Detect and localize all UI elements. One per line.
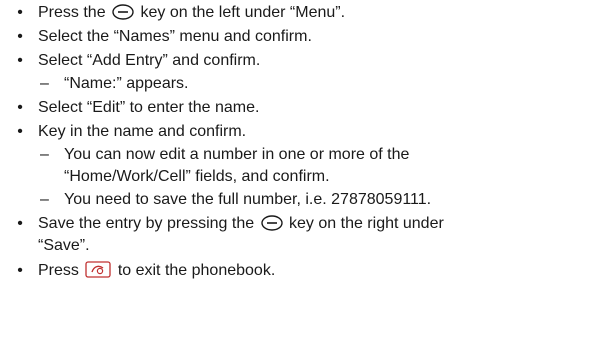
bullet: • — [17, 4, 23, 21]
step-text: Select “Add Entry” and confirm. — [38, 52, 261, 69]
step-key-in-name: • Key in the name and confirm. – You can… — [14, 122, 611, 210]
step-save-entry: • Save the entry by pressing the key on … — [14, 214, 611, 256]
bullet: • — [17, 28, 23, 45]
steps-list: • Press the key on the left under “Menu”… — [14, 3, 611, 281]
sub-item-edit-number-cont: “Home/Work/Cell” fields, and confirm. — [14, 167, 611, 187]
sub-list: – “Name:” appears. — [14, 74, 611, 94]
bullet: • — [17, 123, 23, 140]
sub-list: – You can now edit a number in one or mo… — [14, 145, 611, 210]
step-text-post: key on the left under “Menu”. — [140, 4, 346, 21]
bullet: • — [17, 262, 23, 279]
end-call-key-icon — [85, 261, 112, 278]
step-press-menu-key: • Press the key on the left under “Menu”… — [14, 3, 611, 23]
bullet: • — [17, 215, 23, 232]
dash: – — [40, 146, 49, 163]
step-text-post: to exit the phonebook. — [117, 262, 276, 279]
step-exit-phonebook: • Press to exit the phonebook. — [14, 261, 611, 281]
step-text: Key in the name and confirm. — [38, 123, 247, 140]
soft-key-icon — [260, 215, 283, 231]
sub-item-save-full-number: – You need to save the full number, i.e.… — [14, 190, 611, 210]
sub-text: “Name:” appears. — [64, 75, 189, 92]
step-add-entry: • Select “Add Entry” and confirm. – “Nam… — [14, 51, 611, 94]
soft-key-icon — [112, 4, 134, 20]
bullet: • — [17, 52, 23, 69]
step-select-edit: • Select “Edit” to enter the name. — [14, 98, 611, 118]
step-select-names: • Select the “Names” menu and confirm. — [14, 27, 611, 47]
step-text-post: key on the right under — [289, 215, 444, 232]
dash: – — [40, 75, 49, 92]
step-text: Select the “Names” menu and confirm. — [38, 28, 312, 45]
sub-item-name-appears: – “Name:” appears. — [14, 74, 611, 94]
dash: – — [40, 191, 49, 208]
step-text-pre: Press — [38, 262, 79, 279]
step-text-cont: “Save”. — [38, 237, 90, 254]
sub-text: You need to save the full number, i.e. 2… — [64, 191, 432, 208]
step-text-pre: Press the — [38, 4, 106, 21]
bullet: • — [17, 99, 23, 116]
sub-text-line2: “Home/Work/Cell” fields, and confirm. — [64, 168, 330, 185]
step-text: Select “Edit” to enter the name. — [38, 99, 260, 116]
instruction-list-document: • Press the key on the left under “Menu”… — [0, 3, 611, 352]
sub-text-line1: You can now edit a number in one or more… — [64, 146, 410, 163]
step-text-pre: Save the entry by pressing the — [38, 215, 255, 232]
sub-item-edit-number: – You can now edit a number in one or mo… — [14, 145, 611, 165]
